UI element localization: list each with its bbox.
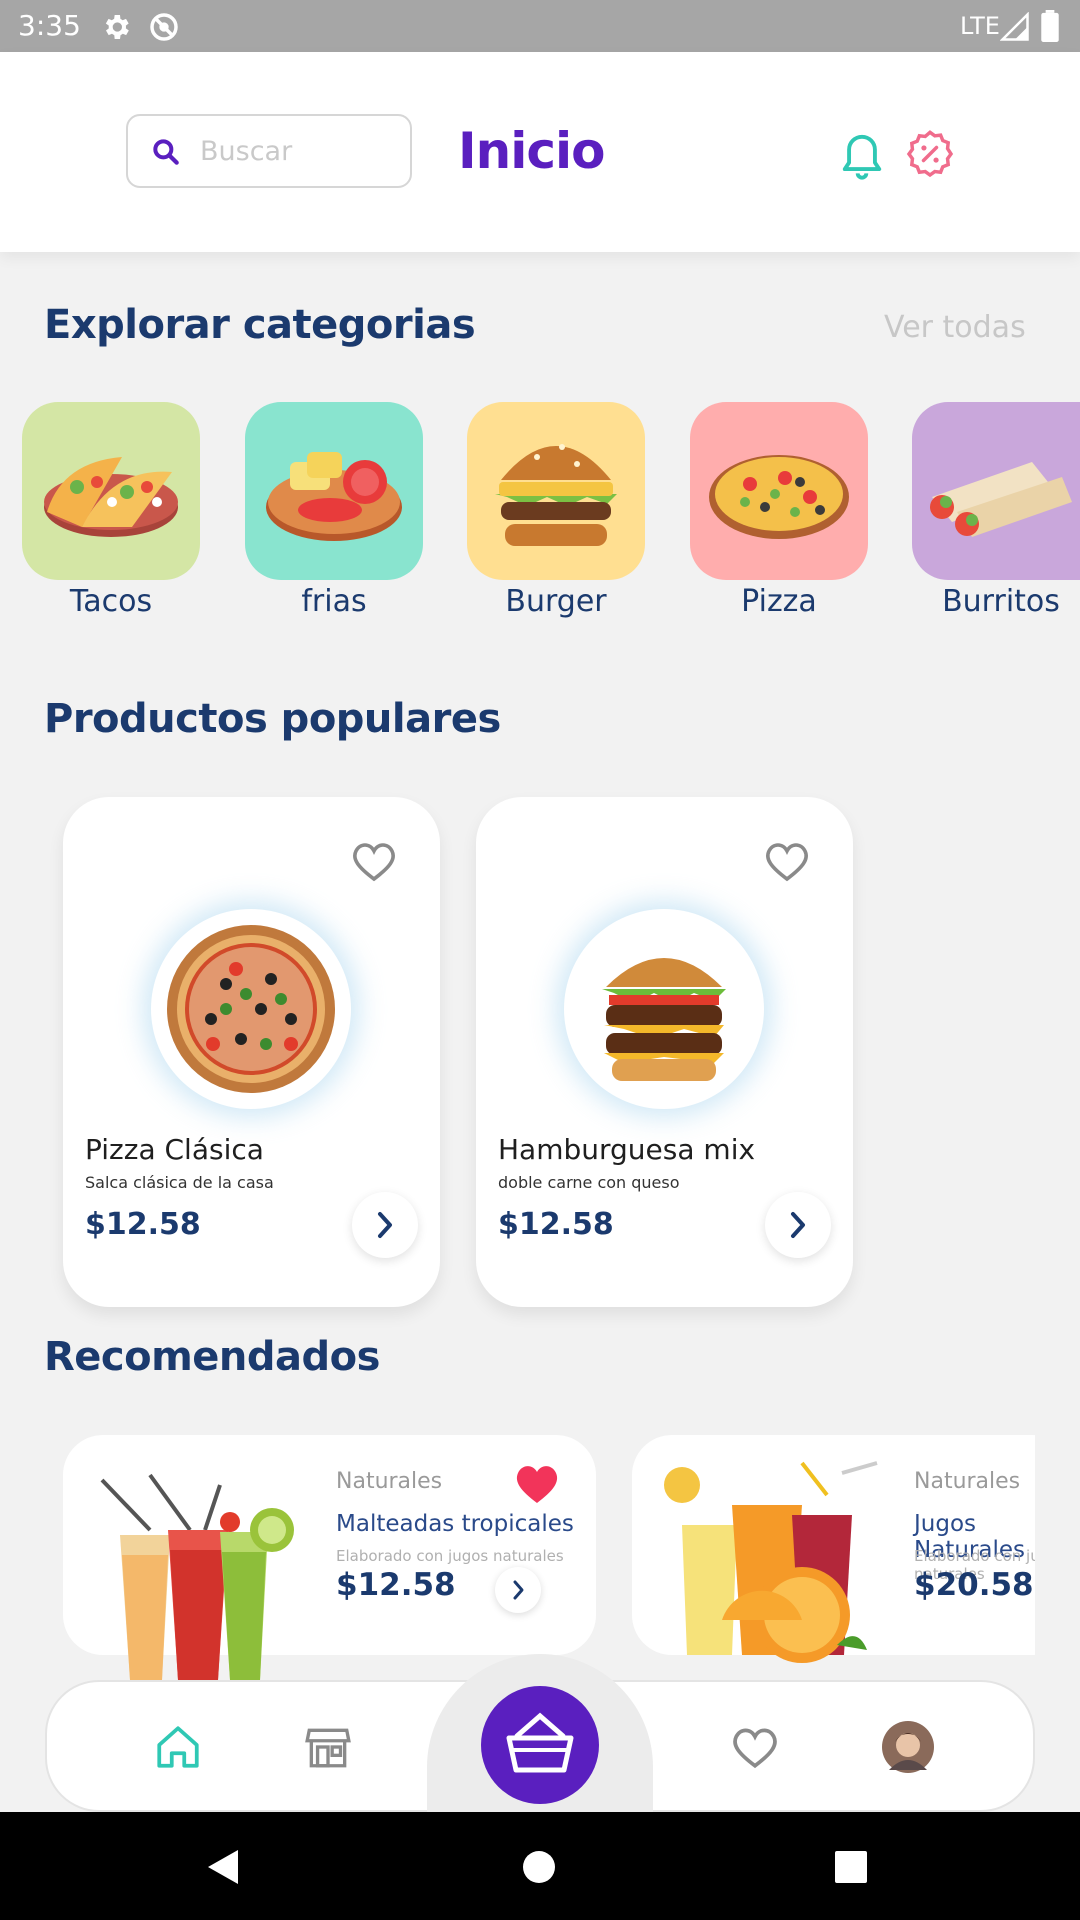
recommended-category: Naturales [914,1469,1021,1494]
search-icon [153,139,179,165]
status-time: 3:35 [18,9,81,42]
product-open-button[interactable] [765,1192,831,1258]
recommended-open-button[interactable] [495,1567,541,1613]
category-tile[interactable] [245,402,423,580]
product-open-button[interactable] [352,1192,418,1258]
discount-icon[interactable] [904,128,956,180]
category-burritos[interactable]: Burritos [912,402,1080,619]
category-tile[interactable] [912,402,1080,580]
product-card-burger[interactable]: Hamburguesa mix doble carne con queso $1… [476,797,853,1307]
see-all-link[interactable]: Ver todas [884,310,1026,345]
product-image-frame [564,909,764,1109]
status-bar: 3:35 LTE [0,0,1080,52]
signal-icon [1000,12,1029,41]
category-tile[interactable] [22,402,200,580]
basket-icon [506,1712,574,1773]
juices-photo [664,1461,878,1663]
heart-filled-icon[interactable] [513,1461,561,1505]
product-name: Hamburguesa mix [498,1133,756,1166]
recents-icon[interactable] [834,1850,868,1884]
page-title: Inicio [458,122,605,180]
recommended-price: $12.58 [336,1567,456,1603]
product-card-pizza[interactable]: Pizza Clásica Salca clásica de la casa $… [63,797,440,1307]
search-field[interactable]: Buscar [126,114,412,188]
burritos-image [930,462,1072,537]
category-burger[interactable]: Burger [467,402,656,619]
chevron-right-icon [513,1580,524,1600]
product-description: doble carne con queso [498,1173,680,1192]
category-tile[interactable] [467,402,645,580]
system-navigation-bar [0,1812,1080,1920]
pizza-image [709,455,849,539]
product-image-frame [151,909,351,1109]
data-saver-icon [150,13,178,41]
category-label: Tacos [69,584,153,619]
store-icon[interactable] [303,1722,353,1772]
categories-title: Explorar categorias [44,302,476,348]
home-icon[interactable] [153,1722,203,1772]
category-pizza[interactable]: Pizza [690,402,879,619]
chevron-right-icon [378,1212,392,1238]
home-nav-icon[interactable] [522,1850,556,1884]
chevron-right-icon [791,1212,805,1238]
category-label: frias [301,584,367,619]
heart-icon[interactable] [730,1724,780,1770]
category-frias[interactable]: frias [245,402,434,619]
category-label: Burger [505,584,607,619]
heart-outline-icon[interactable] [350,839,398,883]
popular-title: Productos populares [44,696,501,742]
burger-image [495,444,617,546]
product-name: Pizza Clásica [85,1133,264,1166]
category-label: Pizza [741,584,817,619]
cart-button[interactable] [481,1686,599,1804]
category-tile[interactable] [690,402,868,580]
product-price: $12.58 [498,1207,614,1242]
recommended-category: Naturales [336,1469,443,1494]
burger-photo [602,958,726,1081]
app-header: Buscar Inicio [0,52,1080,252]
heart-outline-icon[interactable] [763,839,811,883]
battery-icon [1041,10,1059,42]
product-price: $12.58 [85,1207,201,1242]
product-description: Salca clásica de la casa [85,1173,274,1192]
pizza-photo [167,925,335,1093]
category-tacos[interactable]: Tacos [22,402,211,619]
bell-icon[interactable] [836,126,888,182]
cold-cuts-image [266,452,402,541]
recommended-title: Recomendados [44,1334,380,1380]
settings-icon [105,15,129,39]
category-label: Burritos [942,584,1060,619]
recommended-price: $20.58 [914,1567,1034,1603]
back-icon[interactable] [206,1848,240,1886]
avatar[interactable] [881,1720,935,1774]
smoothies-photo [100,1473,294,1680]
bottom-navigation [45,1654,1035,1814]
search-input[interactable]: Buscar [200,136,292,167]
recommended-description: Elaborado con jugos naturales [336,1547,564,1565]
network-label: LTE [960,12,1000,40]
tacos-image [44,457,178,537]
recommended-name: Malteadas tropicales [336,1511,574,1537]
